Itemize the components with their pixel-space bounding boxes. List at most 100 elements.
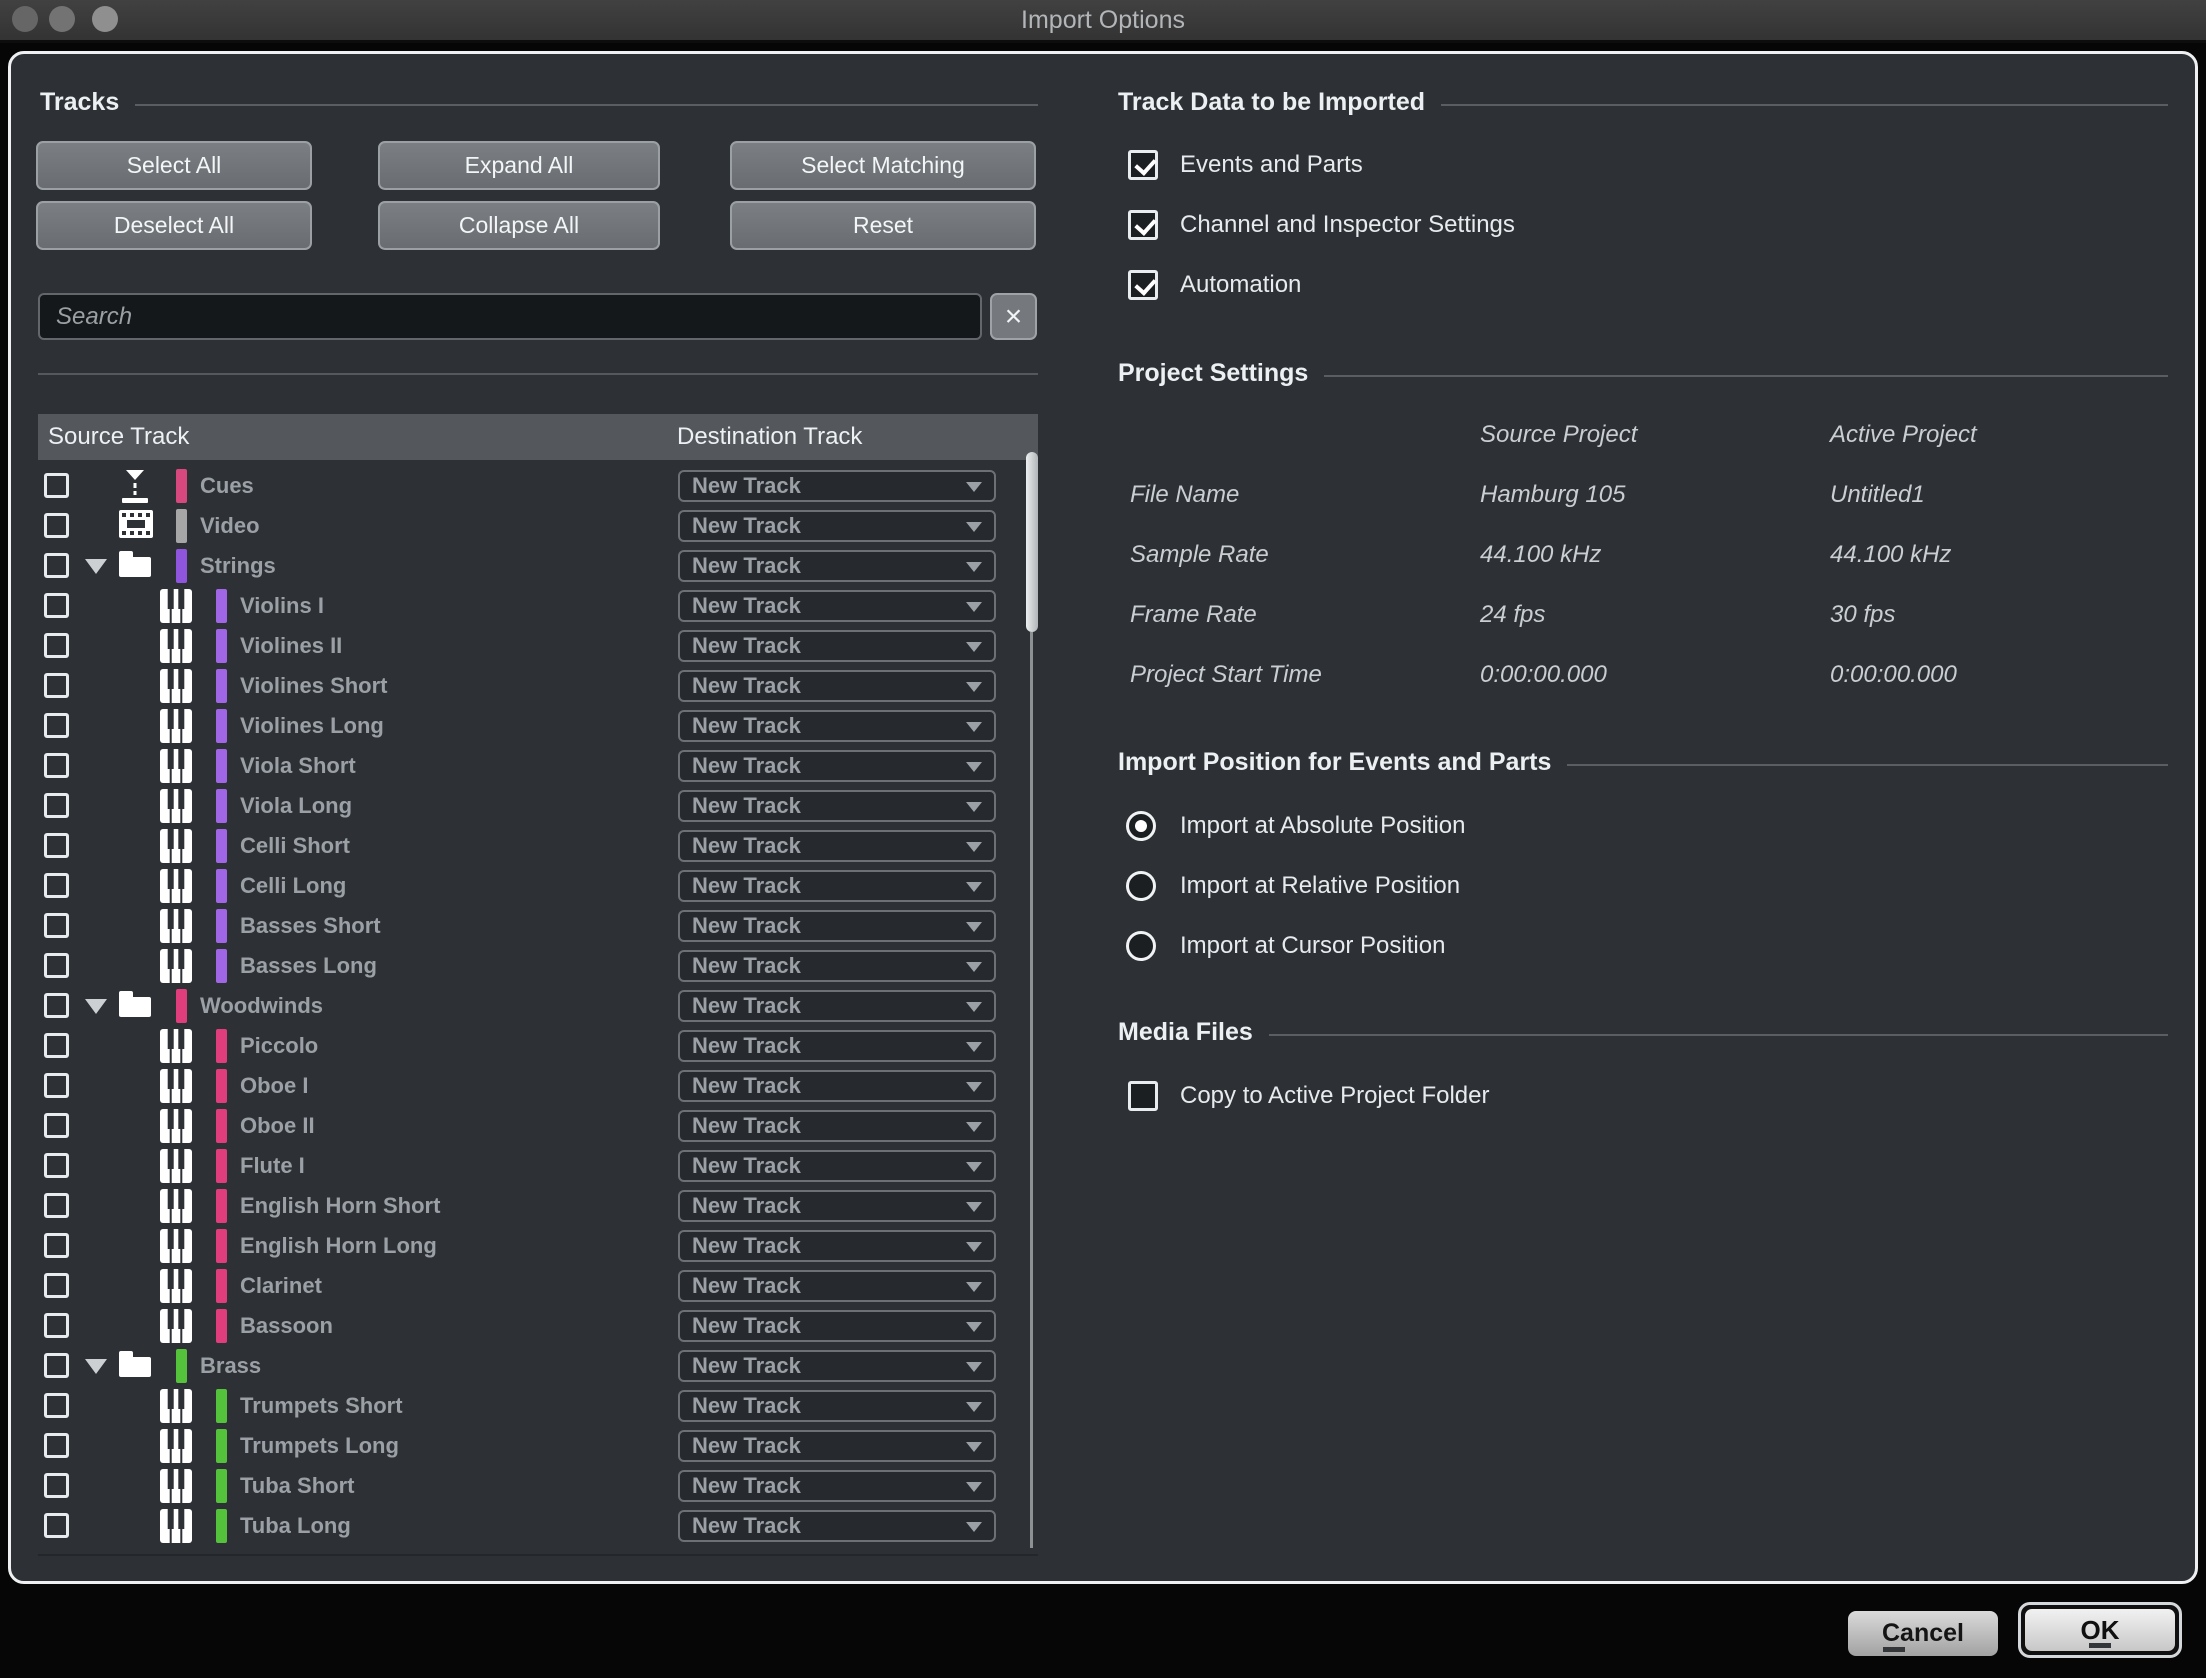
track-checkbox[interactable] (44, 1353, 69, 1378)
destination-dropdown[interactable]: New Track (678, 870, 996, 902)
instrument-icon (159, 1508, 195, 1544)
destination-dropdown[interactable]: New Track (678, 1270, 996, 1302)
destination-dropdown[interactable]: New Track (678, 750, 996, 782)
collapse-expander-icon[interactable] (85, 999, 107, 1014)
track-row: BassoonNew Track (38, 1306, 1038, 1346)
select-matching-button[interactable]: Select Matching (730, 141, 1036, 190)
track-checkbox[interactable] (44, 753, 69, 778)
track-checkbox[interactable] (44, 1273, 69, 1298)
destination-dropdown[interactable]: New Track (678, 1430, 996, 1462)
destination-dropdown[interactable]: New Track (678, 990, 996, 1022)
option-label[interactable]: Channel and Inspector Settings (1180, 210, 1515, 240)
import-position-radio[interactable] (1126, 811, 1156, 841)
track-checkbox[interactable] (44, 913, 69, 938)
track-checkbox[interactable] (44, 1393, 69, 1418)
import-position-label[interactable]: Import at Absolute Position (1180, 811, 1466, 841)
track-name: Piccolo (240, 1026, 318, 1066)
search-clear-button[interactable]: × (990, 293, 1037, 340)
track-checkbox[interactable] (44, 473, 69, 498)
track-checkbox[interactable] (44, 1513, 69, 1538)
track-checkbox[interactable] (44, 673, 69, 698)
destination-dropdown[interactable]: New Track (678, 1510, 996, 1542)
track-checkbox[interactable] (44, 1233, 69, 1258)
destination-dropdown[interactable]: New Track (678, 1110, 996, 1142)
destination-dropdown[interactable]: New Track (678, 1030, 996, 1062)
import-position-radio[interactable] (1126, 931, 1156, 961)
track-checkbox[interactable] (44, 1433, 69, 1458)
destination-dropdown[interactable]: New Track (678, 710, 996, 742)
option-label[interactable]: Copy to Active Project Folder (1180, 1081, 1489, 1111)
collapse-all-button[interactable]: Collapse All (378, 201, 660, 250)
track-checkbox[interactable] (44, 1073, 69, 1098)
track-checkbox[interactable] (44, 873, 69, 898)
track-checkbox[interactable] (44, 1473, 69, 1498)
window-title: Import Options (0, 0, 2206, 40)
option-label[interactable]: Automation (1180, 270, 1301, 300)
destination-dropdown[interactable]: New Track (678, 1230, 996, 1262)
destination-dropdown[interactable]: New Track (678, 830, 996, 862)
destination-dropdown-value: New Track (692, 1272, 801, 1300)
destination-dropdown[interactable]: New Track (678, 1470, 996, 1502)
collapse-expander-icon[interactable] (85, 1359, 107, 1374)
track-row: Flute INew Track (38, 1146, 1038, 1186)
import-position-label[interactable]: Import at Cursor Position (1180, 931, 1445, 961)
track-checkbox[interactable] (44, 713, 69, 738)
instrument-icon (159, 1268, 195, 1304)
select-all-button[interactable]: Select All (36, 141, 312, 190)
scrollbar-track[interactable] (1030, 632, 1033, 1548)
track-checkbox[interactable] (44, 1313, 69, 1338)
ok-button[interactable]: OK (2025, 1609, 2175, 1651)
track-checkbox[interactable] (44, 513, 69, 538)
chevron-down-icon (966, 1482, 982, 1492)
expand-all-button[interactable]: Expand All (378, 141, 660, 190)
track-checkbox[interactable] (44, 1033, 69, 1058)
destination-dropdown[interactable]: New Track (678, 1070, 996, 1102)
destination-dropdown[interactable]: New Track (678, 510, 996, 542)
collapse-expander-icon[interactable] (85, 559, 107, 574)
option-checkbox[interactable] (1128, 1081, 1158, 1111)
destination-dropdown[interactable]: New Track (678, 1190, 996, 1222)
destination-dropdown[interactable]: New Track (678, 590, 996, 622)
track-row: Celli LongNew Track (38, 866, 1038, 906)
destination-dropdown[interactable]: New Track (678, 1350, 996, 1382)
destination-dropdown-value: New Track (692, 1192, 801, 1220)
destination-dropdown[interactable]: New Track (678, 790, 996, 822)
destination-dropdown[interactable]: New Track (678, 950, 996, 982)
destination-dropdown[interactable]: New Track (678, 1310, 996, 1342)
track-checkbox[interactable] (44, 1153, 69, 1178)
destination-dropdown-value: New Track (692, 1072, 801, 1100)
import-position-radio[interactable] (1126, 871, 1156, 901)
destination-dropdown[interactable]: New Track (678, 550, 996, 582)
destination-dropdown[interactable]: New Track (678, 670, 996, 702)
track-color-bar (216, 909, 227, 943)
track-checkbox[interactable] (44, 1113, 69, 1138)
chevron-down-icon (966, 1362, 982, 1372)
destination-dropdown[interactable]: New Track (678, 1390, 996, 1422)
cancel-button[interactable]: Cancel (1848, 1611, 1998, 1656)
destination-dropdown[interactable]: New Track (678, 630, 996, 662)
destination-dropdown[interactable]: New Track (678, 470, 996, 502)
chevron-down-icon (966, 682, 982, 692)
track-checkbox[interactable] (44, 1193, 69, 1218)
track-checkbox[interactable] (44, 833, 69, 858)
option-label[interactable]: Events and Parts (1180, 150, 1363, 180)
track-checkbox[interactable] (44, 953, 69, 978)
option-checkbox[interactable] (1128, 150, 1158, 180)
search-input[interactable] (38, 293, 982, 340)
import-position-label[interactable]: Import at Relative Position (1180, 871, 1460, 901)
destination-dropdown[interactable]: New Track (678, 910, 996, 942)
track-checkbox[interactable] (44, 553, 69, 578)
track-checkbox[interactable] (44, 993, 69, 1018)
scrollbar-thumb[interactable] (1026, 452, 1038, 632)
chevron-down-icon (966, 1522, 982, 1532)
destination-dropdown[interactable]: New Track (678, 1150, 996, 1182)
track-checkbox[interactable] (44, 593, 69, 618)
chevron-down-icon (966, 722, 982, 732)
option-checkbox[interactable] (1128, 210, 1158, 240)
deselect-all-button[interactable]: Deselect All (36, 201, 312, 250)
track-checkbox[interactable] (44, 633, 69, 658)
option-checkbox[interactable] (1128, 270, 1158, 300)
reset-button[interactable]: Reset (730, 201, 1036, 250)
track-checkbox[interactable] (44, 793, 69, 818)
source-track-column-header: Source Track (48, 414, 189, 460)
